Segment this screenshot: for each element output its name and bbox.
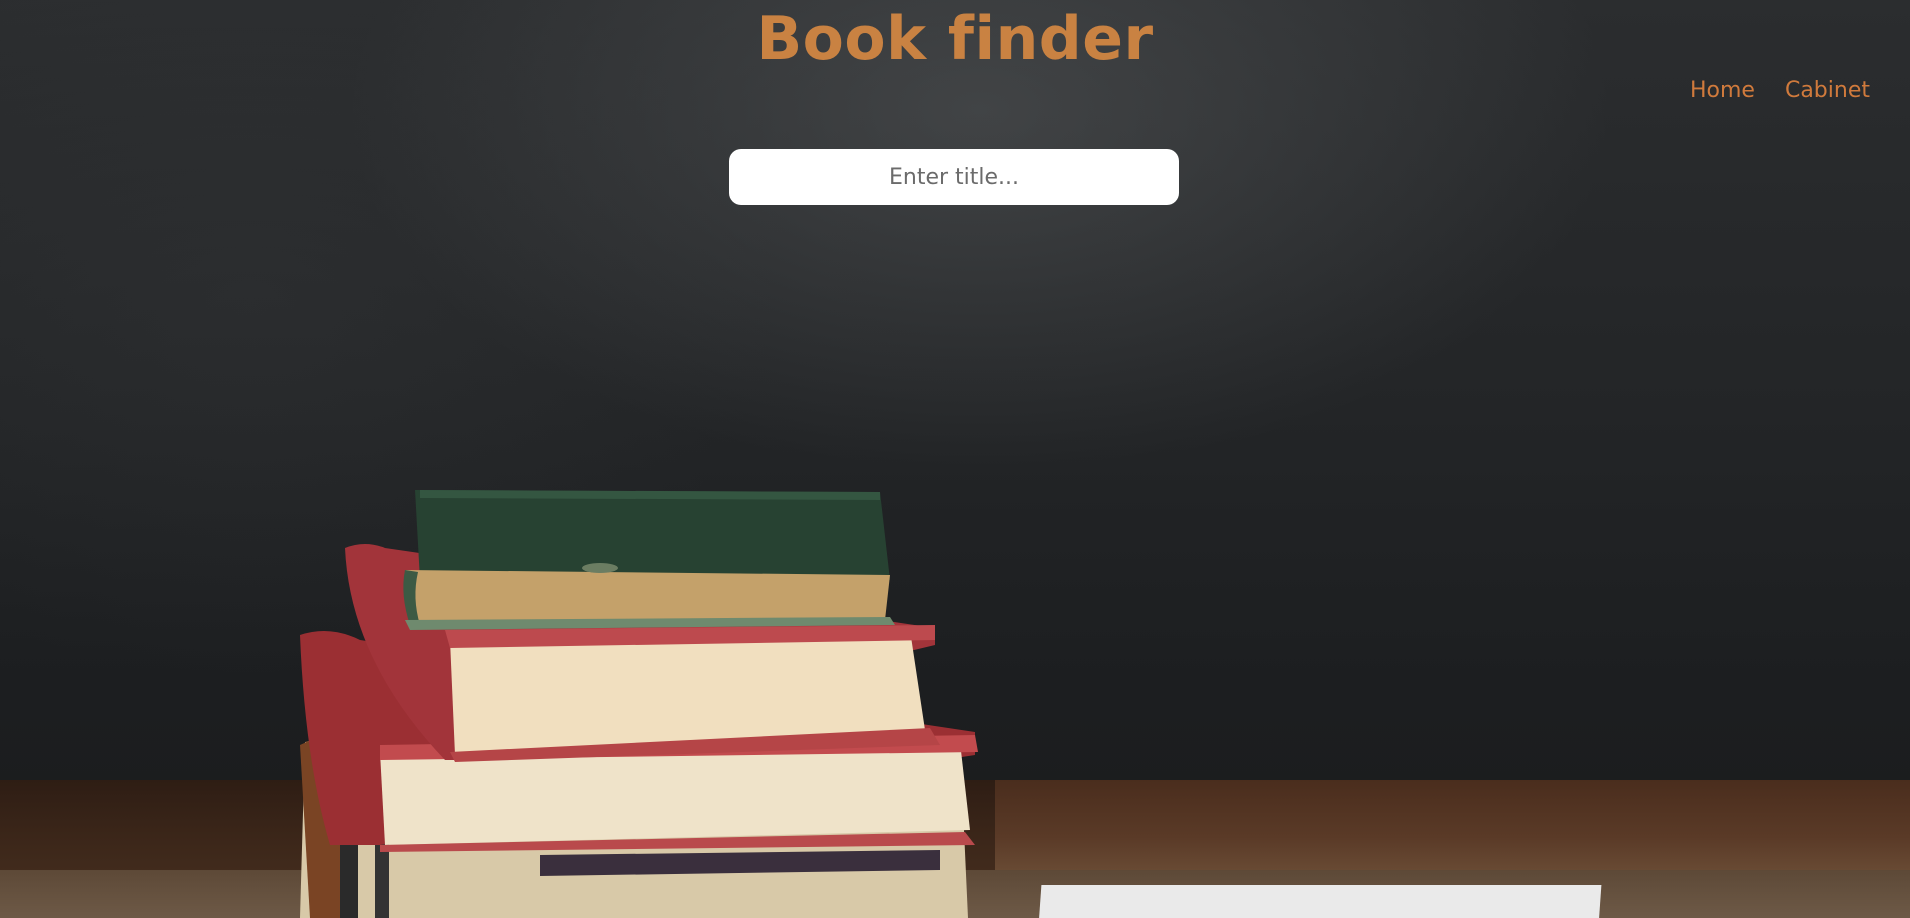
search-input[interactable] — [729, 149, 1179, 205]
nav-link-home[interactable]: Home — [1690, 78, 1755, 103]
page-background: Book finder Home Cabinet — [0, 0, 1910, 918]
book-stack-photo — [300, 490, 978, 918]
search-container — [729, 149, 1179, 205]
page-title: Book finder — [756, 4, 1154, 74]
nav-link-cabinet[interactable]: Cabinet — [1785, 78, 1870, 103]
top-nav: Home Cabinet — [1690, 78, 1870, 103]
